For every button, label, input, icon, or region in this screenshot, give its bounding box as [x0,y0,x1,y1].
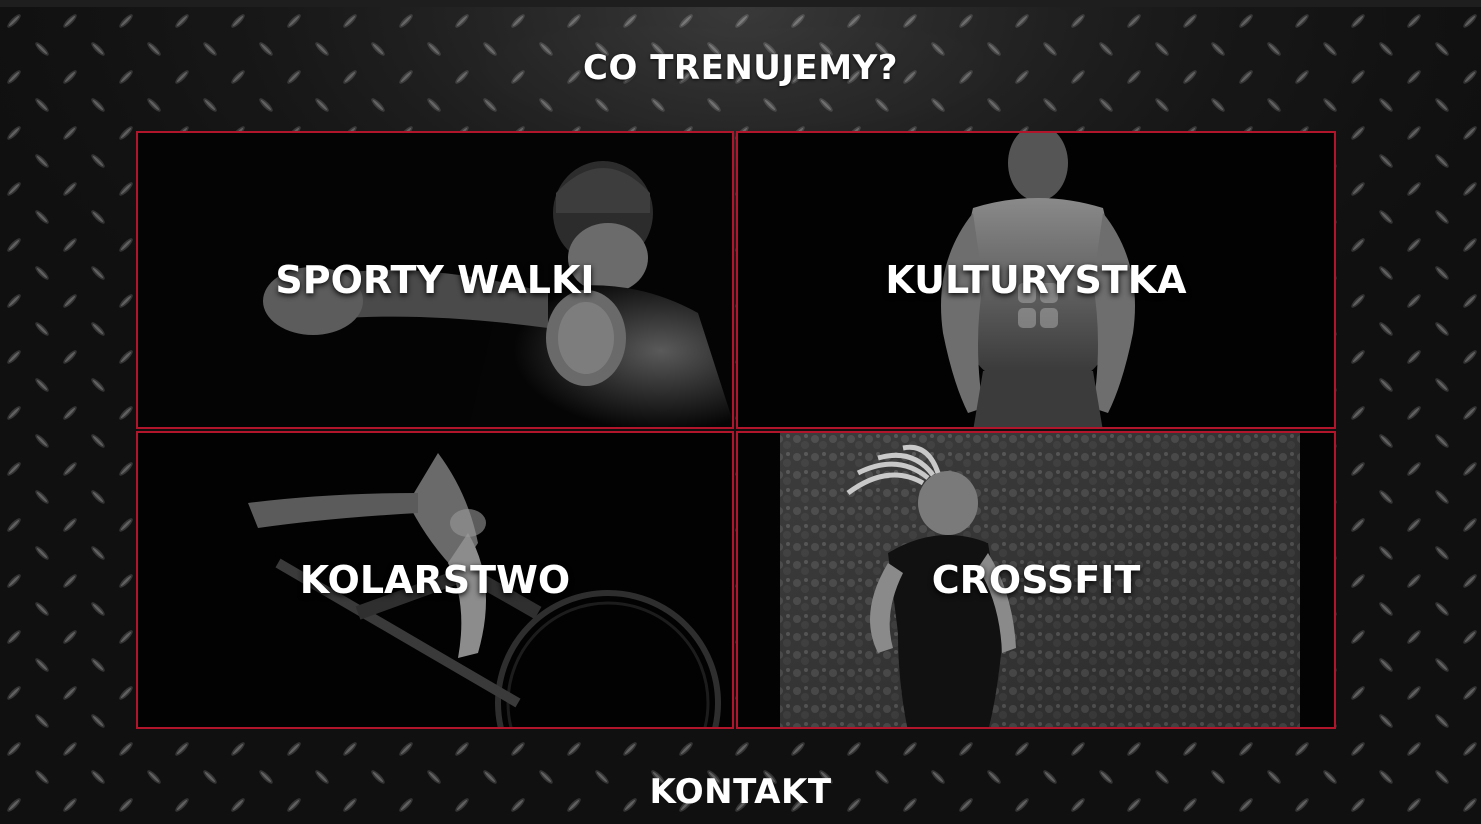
tile-kolarstwo[interactable]: KOLARSTWO [136,431,734,729]
tile-label: KULTURYSTKA [885,258,1187,302]
tile-label: CROSSFIT [931,558,1141,602]
training-grid: SPORTY WALKI KULTURYSTKA KOLARSTWO CROSS… [136,131,1336,731]
contact-heading: KONTAKT [649,772,832,812]
page: CO TRENUJEMY? SPORTY WALKI KULTURYSTKA K… [0,0,1481,824]
tile-crossfit[interactable]: CROSSFIT [736,431,1336,729]
top-bar [0,0,1481,7]
tile-kulturystka[interactable]: KULTURYSTKA [736,131,1336,429]
tile-label: SPORTY WALKI [275,258,595,302]
section-title: CO TRENUJEMY? [583,48,898,88]
tile-label: KOLARSTWO [299,558,571,602]
tile-sporty-walki[interactable]: SPORTY WALKI [136,131,734,429]
